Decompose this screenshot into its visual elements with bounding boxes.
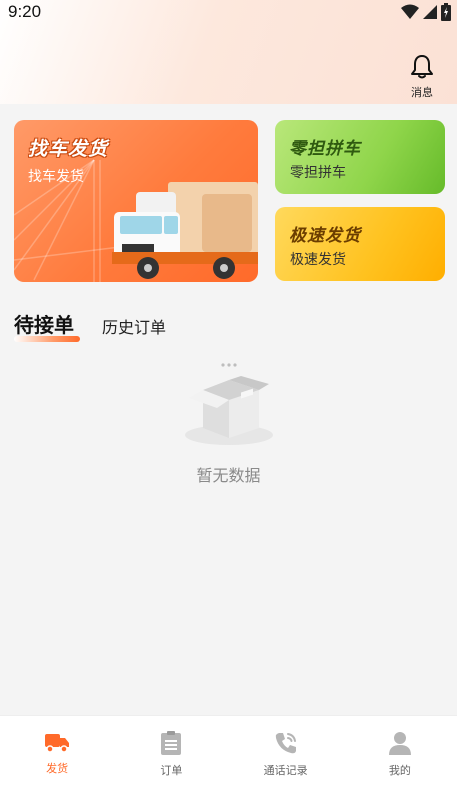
find-truck-banner[interactable]: 找车发货 找车发货 — [14, 120, 258, 282]
signal-icon — [423, 5, 437, 19]
status-time: 9:20 — [8, 2, 42, 21]
carpool-title: 零担拼车 — [289, 139, 361, 159]
message-button[interactable]: 消息 — [407, 54, 437, 100]
bottom-nav: 发货 订单 通话记录 我的 — [0, 715, 457, 806]
tab-pending-label: 待接单 — [14, 313, 74, 337]
empty-text: 暂无数据 — [196, 466, 261, 485]
express-subtitle: 极速发货 — [290, 252, 346, 268]
nav-item-call-log[interactable]: 通话记录 — [229, 716, 343, 806]
message-label: 消息 — [411, 86, 433, 99]
banner-title: 找车发货 — [28, 138, 109, 160]
user-icon — [388, 732, 411, 755]
clipboard-icon — [161, 731, 182, 755]
wifi-icon — [401, 4, 419, 19]
express-card[interactable]: 极速发货 极速发货 — [275, 207, 445, 281]
nav-label-call-log: 通话记录 — [263, 764, 308, 777]
nav-label-mine: 我的 — [388, 764, 411, 777]
truck-icon — [45, 734, 70, 753]
bell-icon — [411, 55, 433, 79]
empty-state: 暂无数据 — [0, 358, 457, 486]
phone-icon — [275, 733, 296, 754]
truck-illustration — [112, 182, 258, 279]
status-icons — [401, 3, 451, 21]
nav-label-ship: 发货 — [46, 762, 69, 775]
tab-pending[interactable]: 待接单 — [14, 309, 80, 342]
nav-item-ship[interactable]: 发货 — [0, 716, 114, 806]
tab-history-label: 历史订单 — [102, 318, 167, 337]
carpool-card[interactable]: 零担拼车 零担拼车 — [275, 120, 445, 194]
battery-icon — [441, 3, 451, 21]
nav-label-orders: 订单 — [160, 764, 183, 777]
nav-item-mine[interactable]: 我的 — [343, 716, 457, 806]
nav-item-orders[interactable]: 订单 — [114, 716, 228, 806]
order-tabs: 待接单 历史订单 — [14, 308, 166, 342]
status-bar: 9:20 — [0, 0, 457, 24]
tab-history[interactable]: 历史订单 — [102, 314, 166, 342]
express-title: 极速发货 — [289, 226, 361, 246]
banner-subtitle: 找车发货 — [28, 169, 84, 185]
carpool-subtitle: 零担拼车 — [290, 165, 346, 181]
empty-box-icon — [184, 363, 273, 445]
